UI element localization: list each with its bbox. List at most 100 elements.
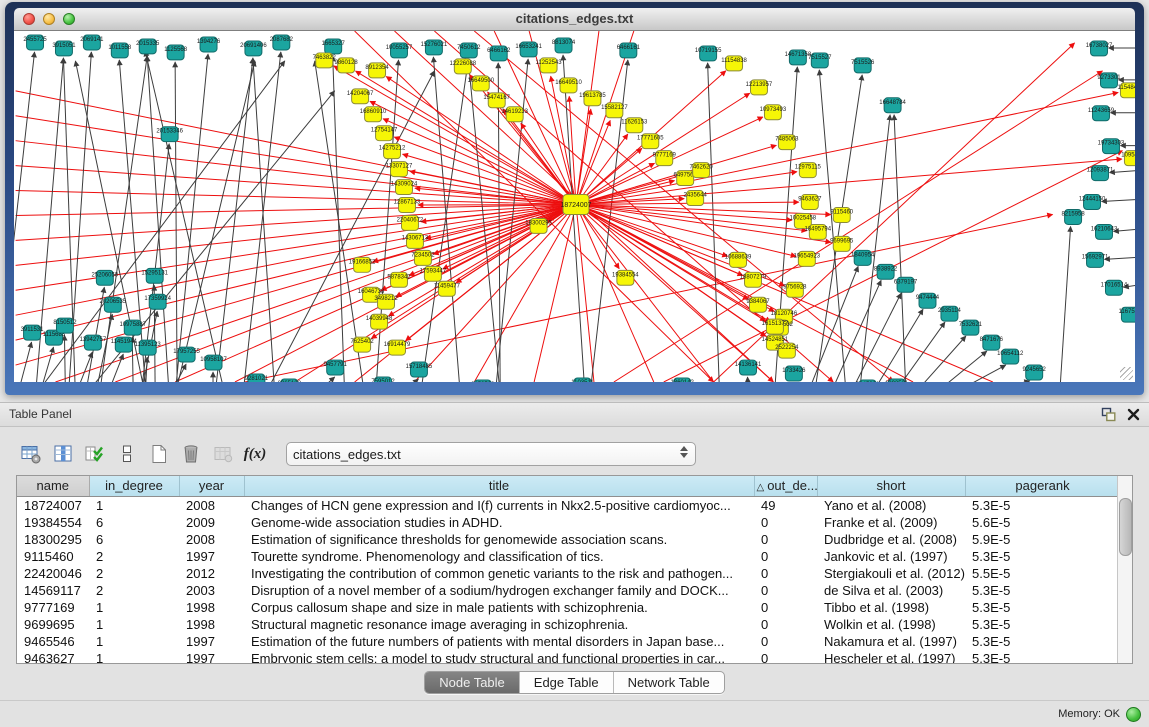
graph-node[interactable]: 1011558	[108, 43, 131, 58]
graph-node[interactable]: 3915051	[52, 41, 76, 56]
graph-node[interactable]: 12226088	[450, 59, 477, 74]
zoom-window-button[interactable]	[63, 13, 75, 25]
tab-edge-table[interactable]: Edge Table	[520, 672, 614, 693]
graph-node[interactable]: 10719155	[695, 46, 722, 61]
graph-node[interactable]: 15692971	[1082, 252, 1109, 267]
graph-node[interactable]: 19166852	[349, 257, 376, 272]
graph-node[interactable]: 10973493	[760, 105, 787, 120]
graph-node[interactable]: 14136141	[735, 360, 762, 375]
row-height-button[interactable]	[114, 441, 140, 467]
network-nodes[interactable]: 2455725391505120691411011558201533511255…	[21, 35, 1135, 382]
table-row[interactable]: 911546021997Tourette syndrome. Phenomeno…	[17, 548, 1120, 565]
graph-node[interactable]: 9281021	[245, 374, 269, 382]
function-builder-button[interactable]: f(x)	[242, 441, 268, 467]
graph-node[interactable]: 12754147	[371, 126, 398, 141]
graph-node[interactable]: 6379197	[894, 277, 918, 292]
graph-node[interactable]: 9245031	[856, 380, 880, 382]
graph-node[interactable]: 11451944	[111, 337, 138, 352]
graph-node[interactable]: 7595012	[371, 377, 395, 382]
graph-node[interactable]: 9860128	[335, 58, 359, 73]
graph-node[interactable]: 16210643	[1091, 224, 1118, 239]
graph-node[interactable]: 7234502	[411, 250, 435, 265]
graph-node[interactable]: 18807279	[740, 272, 767, 287]
graph-node[interactable]: 15276021	[421, 40, 448, 55]
graph-node[interactable]: 16648784	[879, 98, 906, 113]
graph-node[interactable]: 7515526	[851, 58, 875, 73]
table-row[interactable]: 977716911998Corpus callosum shape and si…	[17, 599, 1120, 616]
resize-grip[interactable]	[1120, 367, 1133, 380]
table-header-row[interactable]: namein_degreeyeartitle△out_de...shortpag…	[17, 476, 1120, 496]
graph-node[interactable]: 7450612	[457, 43, 481, 58]
graph-node[interactable]: 7485063	[775, 135, 799, 150]
graph-node[interactable]: 16738027	[1086, 41, 1113, 56]
graph-node[interactable]: 13942757	[80, 335, 107, 350]
graph-node[interactable]: 17359924	[144, 294, 171, 309]
graph-node[interactable]: 20153346	[156, 127, 183, 142]
graph-node[interactable]: 9756928	[783, 282, 807, 297]
graph-node[interactable]: 11154838	[721, 56, 747, 71]
delete-table-button[interactable]	[178, 441, 204, 467]
graph-node[interactable]: 11459477	[434, 281, 461, 296]
graph-node[interactable]: 12093871	[1087, 166, 1114, 181]
graph-node[interactable]: 3911531	[21, 325, 44, 340]
graph-node[interactable]: 17593447	[420, 266, 447, 281]
table-row[interactable]: 2242004622012Investigating the contribut…	[17, 565, 1120, 582]
table-row[interactable]: 1872400712008Changes of HCN gene express…	[17, 496, 1120, 514]
table-row[interactable]: 969969511998Structural magnetic resonanc…	[17, 616, 1120, 633]
graph-node[interactable]: 1095491	[1121, 151, 1135, 166]
close-panel-icon[interactable]	[1125, 407, 1141, 423]
graph-node[interactable]: 15295131	[141, 268, 168, 283]
graph-node[interactable]: 1103511	[571, 378, 594, 382]
graph-node[interactable]: 8150512	[53, 318, 77, 333]
network-svg[interactable]: 2455725391505120691411011558201533511255…	[14, 31, 1135, 382]
column-header-year[interactable]: year	[179, 476, 244, 496]
show-columns-button[interactable]	[50, 441, 76, 467]
column-header-title[interactable]: title	[244, 476, 754, 496]
table-selector-dropdown[interactable]: citations_edges.txt	[286, 442, 696, 466]
graph-node[interactable]: 18724007	[560, 195, 591, 215]
graph-node[interactable]: 9777169	[653, 151, 677, 166]
graph-node[interactable]: 10975887	[119, 320, 146, 335]
graph-node[interactable]: 2935114	[938, 306, 961, 321]
table-row[interactable]: 1456911722003Disruption of a novel membe…	[17, 582, 1120, 599]
graph-node[interactable]: 11243659	[1088, 106, 1115, 121]
delete-column-button[interactable]	[210, 441, 236, 467]
graph-node[interactable]: 12867133	[394, 198, 421, 213]
float-panel-icon[interactable]	[1100, 407, 1116, 423]
graph-node[interactable]: 2087682	[270, 35, 294, 50]
graph-node[interactable]: 7625402	[350, 337, 374, 352]
graph-node[interactable]: 1733426	[782, 366, 806, 381]
graph-node[interactable]: 10055257	[386, 43, 413, 58]
graph-node[interactable]: 2522254	[775, 343, 799, 358]
graph-node[interactable]: 9384067	[746, 297, 770, 312]
graph-node[interactable]: 10654112	[997, 349, 1024, 364]
graph-node[interactable]: 8471676	[980, 335, 1004, 350]
graph-node[interactable]: 16653241	[515, 42, 542, 57]
graph-node[interactable]: 9115460	[830, 207, 853, 222]
graph-node[interactable]: 8912354	[365, 63, 389, 78]
graph-node[interactable]: 16649500	[467, 76, 494, 91]
vertical-scrollbar[interactable]	[1117, 476, 1132, 663]
graph-node[interactable]: 8215958	[1061, 209, 1085, 224]
window-titlebar[interactable]: citations_edges.txt	[14, 8, 1135, 31]
graph-node[interactable]: 19654923	[794, 251, 821, 266]
memory-status-indicator[interactable]	[1126, 707, 1141, 722]
table-row[interactable]: 1938455462009Genome-wide association stu…	[17, 514, 1120, 531]
graph-node[interactable]: 17016514	[1101, 280, 1128, 295]
table-options-button[interactable]	[18, 441, 44, 467]
graph-node[interactable]: 20691406	[240, 41, 267, 56]
graph-node[interactable]: 9245652	[1023, 365, 1047, 380]
scrollbar-thumb[interactable]	[1119, 498, 1132, 556]
graph-node[interactable]: 16860910	[360, 107, 387, 122]
graph-node[interactable]: 5878342	[387, 272, 411, 287]
network-canvas[interactable]: 2455725391505120691411011558201533511255…	[14, 31, 1135, 382]
graph-node[interactable]: 7515527	[808, 53, 832, 68]
close-window-button[interactable]	[23, 13, 35, 25]
graph-node[interactable]: 7462620	[690, 163, 714, 178]
graph-node[interactable]: 8938922	[874, 264, 898, 279]
graph-node[interactable]: 14275212	[379, 144, 406, 159]
graph-node[interactable]: 1167533	[1119, 307, 1135, 322]
graph-node[interactable]: 9463627	[798, 195, 822, 210]
graph-node[interactable]: 1394276	[197, 37, 221, 52]
graph-node[interactable]: 10958107	[200, 355, 227, 370]
